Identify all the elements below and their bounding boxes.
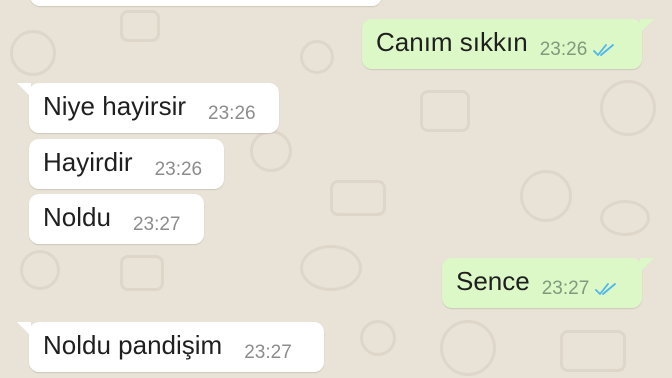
message-bubble-outgoing[interactable]: Canım sıkkın 23:26 — [362, 19, 654, 69]
previous-message-bubble[interactable] — [30, 0, 382, 6]
wallpaper-doodle — [440, 320, 496, 376]
wallpaper-doodle — [20, 250, 60, 290]
message-text: Canım sıkkın — [376, 26, 528, 57]
wallpaper-doodle — [300, 245, 362, 291]
message-time: 23:26 — [208, 103, 256, 124]
wallpaper-doodle — [600, 80, 656, 136]
message-time: 23:27 — [244, 342, 292, 363]
message-text: Sence — [456, 265, 530, 296]
double-check-icon — [593, 44, 615, 56]
wallpaper-doodle — [520, 170, 572, 222]
wallpaper-doodle — [120, 10, 160, 42]
message-bubble-incoming[interactable]: Hayirdir 23:26 — [29, 139, 224, 189]
message-text: Niye hayirsir — [43, 90, 187, 121]
message-time: 23:26 — [154, 159, 203, 180]
wallpaper-doodle — [10, 30, 56, 76]
wallpaper-doodle — [420, 90, 470, 132]
wallpaper-doodle — [120, 255, 164, 291]
message-time: 23:27 — [132, 214, 181, 235]
message-bubble-incoming[interactable]: Noldu pandişim 23:27 — [17, 322, 324, 372]
message-bubble-outgoing[interactable]: Sence 23:27 — [442, 258, 654, 308]
message-text: Noldu pandişim — [43, 329, 223, 360]
message-time: 23:27 — [541, 278, 590, 299]
wallpaper-doodle — [300, 40, 334, 74]
wallpaper-doodle — [560, 330, 626, 372]
wallpaper-doodle — [330, 180, 386, 216]
message-text: Hayirdir — [43, 146, 133, 177]
wallpaper-doodle — [360, 320, 396, 356]
double-check-icon — [595, 283, 617, 295]
message-bubble-incoming[interactable]: Noldu 23:27 — [29, 194, 204, 244]
wallpaper-doodle — [250, 130, 292, 172]
message-bubble-incoming[interactable]: Niye hayirsir 23:26 — [17, 83, 279, 133]
message-text: Noldu — [43, 201, 111, 232]
wallpaper-doodle — [600, 200, 650, 236]
message-time: 23:26 — [539, 39, 588, 60]
